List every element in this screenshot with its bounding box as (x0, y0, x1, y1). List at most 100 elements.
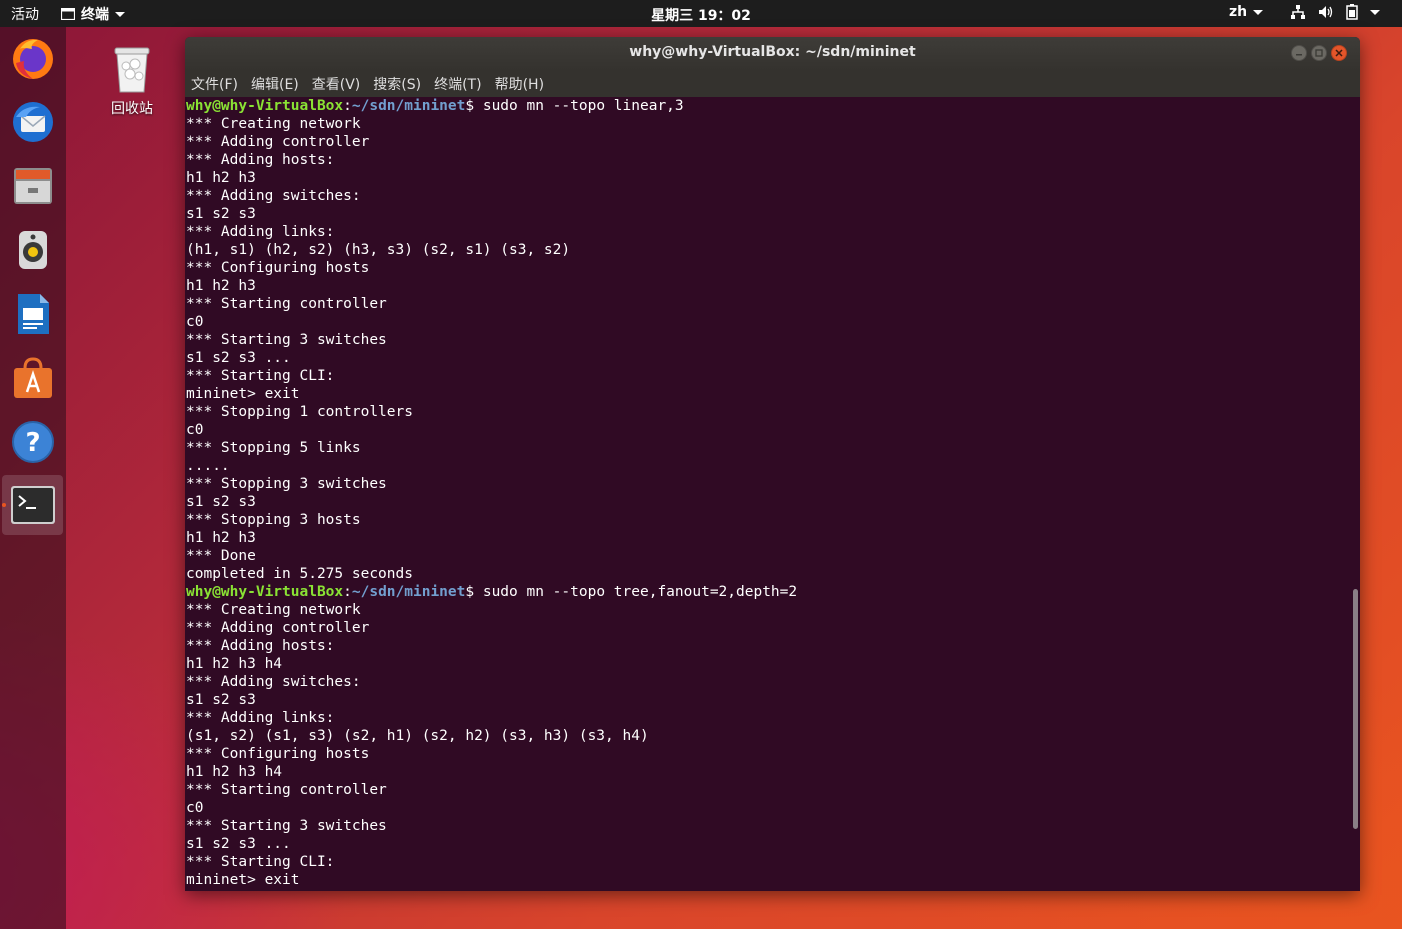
output-line: *** Stopping 5 links (186, 440, 361, 456)
system-tray[interactable] (1290, 4, 1380, 20)
output-line: *** Starting 3 switches (186, 332, 387, 348)
dock-item-terminal[interactable] (2, 475, 63, 535)
battery-icon (1346, 4, 1358, 20)
command-text: sudo mn --topo tree,fanout=2,depth=2 (482, 584, 798, 600)
dock-item-help[interactable]: ? (8, 417, 58, 467)
menu-edit[interactable]: 编辑(E) (251, 74, 299, 94)
output-line: *** Adding switches: (186, 188, 361, 204)
svg-text:?: ? (25, 428, 40, 458)
dock-item-firefox[interactable] (8, 33, 58, 83)
output-line: s1 s2 s3 (186, 692, 256, 708)
chevron-down-icon (1253, 9, 1264, 15)
output-line: *** Stopping 3 switches (186, 476, 387, 492)
output-line: *** Starting CLI: (186, 854, 335, 870)
output-line: *** Starting controller (186, 782, 387, 798)
output-line: *** Adding controller (186, 620, 370, 636)
terminal-window[interactable]: why@why-VirtualBox: ~/sdn/mininet 文件(F) … (185, 37, 1360, 891)
input-method-label: zh (1229, 4, 1248, 20)
output-line: h1 h2 h3 (186, 278, 256, 294)
terminal-small-icon (61, 8, 75, 20)
prompt-colon: : (343, 98, 352, 114)
chevron-down-icon (1370, 9, 1380, 15)
dock-item-software[interactable] (8, 353, 58, 403)
prompt-user: why@why-VirtualBox (186, 584, 344, 600)
menu-help[interactable]: 帮助(H) (495, 74, 544, 94)
menu-bar: 文件(F) 编辑(E) 查看(V) 搜索(S) 终端(T) 帮助(H) (185, 71, 1360, 97)
top-bar: 活动 终端 星期三 19：02 zh (0, 0, 1402, 27)
output-line: *** Stopping 3 hosts (186, 512, 361, 528)
prompt-path: ~/sdn/mininet (351, 98, 466, 114)
menu-view[interactable]: 查看(V) (312, 74, 361, 94)
command-text: sudo mn --topo linear,3 (482, 98, 684, 114)
rhythmbox-icon (19, 231, 47, 269)
output-line: *** Starting controller (186, 296, 387, 312)
output-line: c0 (186, 314, 204, 330)
terminal-output[interactable]: why@why-VirtualBox:~/sdn/mininet$ sudo m… (185, 97, 1350, 891)
close-button[interactable] (1331, 45, 1347, 61)
dock-item-files[interactable] (8, 161, 58, 211)
output-line: *** Configuring hosts (186, 746, 370, 762)
output-line: *** Adding controller (186, 134, 370, 150)
minimize-icon (1296, 54, 1302, 56)
maximize-button[interactable] (1311, 45, 1327, 61)
prompt-line: why@why-VirtualBox:~/sdn/mininet$ sudo m… (186, 583, 1350, 601)
output-line: *** Adding links: (186, 710, 335, 726)
output-line: *** Adding links: (186, 224, 335, 240)
thunderbird-icon (13, 102, 53, 142)
output-line: h1 h2 h3 h4 (186, 764, 283, 780)
prompt-symbol: $ (465, 98, 483, 114)
output-line: (h1, s1) (h2, s2) (h3, s3) (s2, s1) (s3,… (186, 242, 571, 258)
trash-label: 回收站 (111, 101, 153, 117)
app-menu[interactable]: 终端 (61, 4, 125, 24)
writer-icon (18, 294, 49, 334)
dock-item-rhythmbox[interactable] (8, 225, 58, 275)
output-line: *** Creating network (186, 602, 361, 618)
dock-item-writer[interactable] (8, 289, 58, 339)
window-title: why@why-VirtualBox: ~/sdn/mininet (629, 44, 916, 60)
dock-item-thunderbird[interactable] (8, 97, 58, 147)
menu-file[interactable]: 文件(F) (191, 74, 238, 94)
running-indicator (2, 503, 6, 507)
terminal-icon (10, 486, 55, 524)
output-line: h1 h2 h3 (186, 530, 256, 546)
desktop-trash[interactable]: 回收站 (102, 44, 162, 118)
close-icon (1335, 49, 1343, 57)
menu-search[interactable]: 搜索(S) (373, 74, 421, 94)
output-line: completed in 5.275 seconds (186, 566, 413, 582)
output-line: *** Adding hosts: (186, 152, 335, 168)
scrollbar-thumb[interactable] (1353, 589, 1358, 829)
files-icon (14, 168, 52, 204)
output-line: *** Adding hosts: (186, 638, 335, 654)
output-line: mininet> exit (186, 872, 300, 888)
chevron-down-icon (115, 11, 125, 17)
prompt-symbol: $ (465, 584, 483, 600)
firefox-icon (13, 39, 53, 79)
window-titlebar[interactable]: why@why-VirtualBox: ~/sdn/mininet (185, 37, 1360, 71)
prompt-colon: : (343, 584, 352, 600)
clock[interactable]: 星期三 19：02 (651, 8, 751, 24)
activities-button[interactable]: 活动 (11, 4, 39, 24)
output-line: s1 s2 s3 ... (186, 350, 291, 366)
output-line: (s1, s2) (s1, s3) (s2, h1) (s2, h2) (s3,… (186, 728, 649, 744)
dock: ? (0, 27, 66, 929)
maximize-icon (1315, 49, 1323, 57)
network-icon (1291, 5, 1305, 19)
output-line: h1 h2 h3 (186, 170, 256, 186)
output-line: *** Adding switches: (186, 674, 361, 690)
output-line: *** Configuring hosts (186, 260, 370, 276)
menu-terminal[interactable]: 终端(T) (434, 74, 481, 94)
output-line: s1 s2 s3 ... (186, 836, 291, 852)
output-line: s1 s2 s3 (186, 494, 256, 510)
output-line: *** Starting 3 switches (186, 818, 387, 834)
output-line: *** Creating network (186, 116, 361, 132)
output-line: *** Starting CLI: (186, 368, 335, 384)
output-line: ..... (186, 458, 230, 474)
help-icon: ? (12, 421, 54, 463)
minimize-button[interactable] (1291, 45, 1307, 61)
output-line: c0 (186, 422, 204, 438)
output-line: mininet> exit (186, 386, 300, 402)
input-method-menu[interactable]: zh (1229, 4, 1264, 20)
trash-icon (114, 47, 150, 93)
app-menu-label: 终端 (81, 7, 109, 23)
output-line: s1 s2 s3 (186, 206, 256, 222)
